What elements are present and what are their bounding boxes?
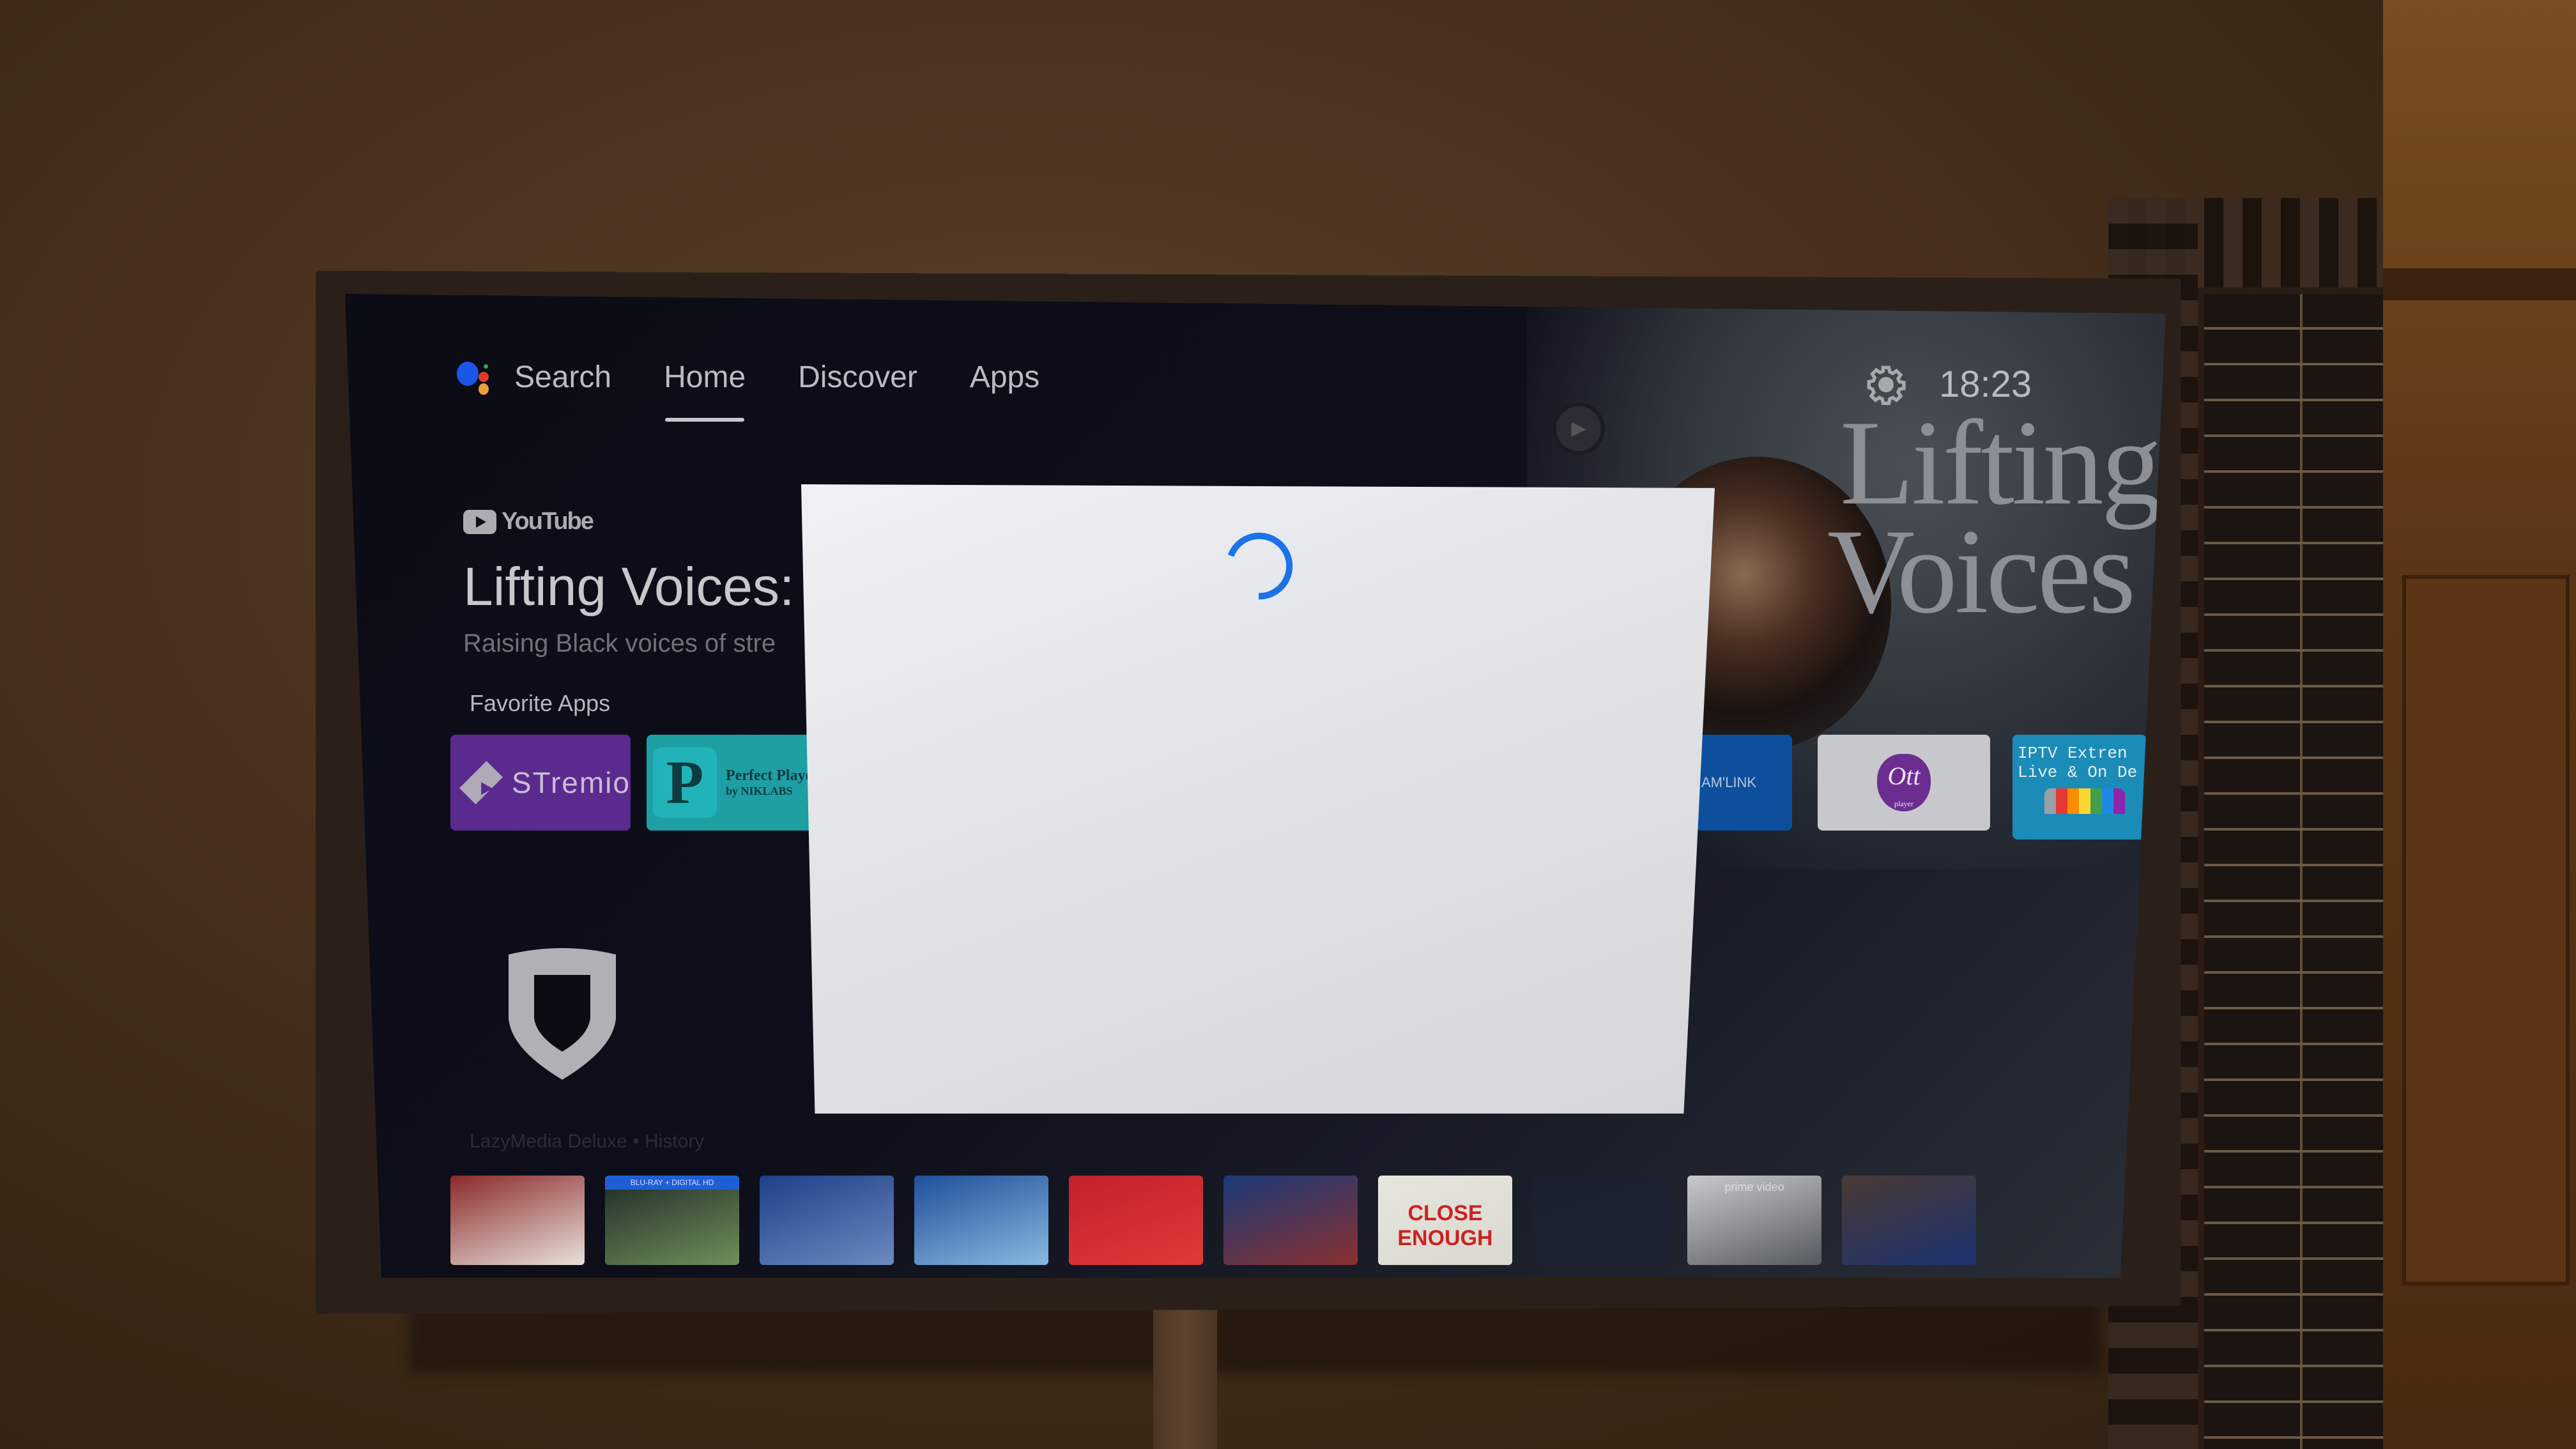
app-tile-ott-player[interactable]: Ott player [1818,735,1990,831]
youtube-icon [463,509,496,534]
app-label: AM'LINK [1701,774,1757,790]
clock: 18:23 [1939,364,2032,405]
history-poster-5[interactable] [1069,1176,1203,1265]
app-label-line1: IPTV Extren [2018,744,2128,763]
background-shelf [2383,268,2576,300]
hero-art-title: Lifting Voices [1827,396,2162,632]
color-bar [2067,788,2079,814]
favorite-apps-title: Favorite Apps [470,690,611,716]
hero-art-title-line1: Lifting [1840,396,2162,530]
app-label: STremio [511,766,631,799]
background-door-panel [2402,575,2570,1285]
loading-spinner-icon [1222,528,1297,604]
hero-title[interactable]: Lifting Voices: [463,556,794,618]
color-bar [2056,788,2067,814]
hero-source-name: YouTube [502,508,594,535]
hero-art-title-line2: Voices [1827,505,2136,639]
color-bar [2102,788,2113,814]
ott-player-tv-icon: Ott player [1877,754,1931,811]
background-brick-wall [2204,294,2383,1449]
gear-icon[interactable] [1866,364,1906,405]
history-poster-8[interactable] [1533,1176,1667,1265]
history-poster-4[interactable] [914,1176,1048,1265]
app-tile-stremio[interactable]: STremio [450,735,631,831]
hero-subtitle: Raising Black voices of stre [463,629,776,657]
poster-title: CLOSE ENOUGH [1397,1201,1493,1250]
app-sublabel: player [1894,799,1913,808]
app-label-line1: Perfect Player [726,767,819,784]
app-label: Perfect Player by NIKLABS [726,767,819,798]
app-label-line2: Live & On De [2018,763,2138,782]
hero-source: YouTube [463,508,594,535]
app-label-line2: by NIKLABS [726,785,793,797]
history-poster-2[interactable]: BLU-RAY + DIGITAL HD [605,1176,739,1265]
history-poster-3[interactable] [760,1176,894,1265]
color-bar [2113,788,2125,814]
history-poster-10[interactable] [1842,1176,1976,1265]
history-poster-9[interactable]: prime video [1687,1176,1821,1265]
tab-home[interactable]: Home [664,360,746,422]
app-tile-steam-link[interactable]: AM'LINK [1696,735,1792,831]
color-bar [2079,788,2090,814]
poster-badge: BLU-RAY + DIGITAL HD [605,1176,739,1190]
app-tile-perfect-player[interactable]: P Perfect Player by NIKLABS [647,735,832,831]
tv-stand [1153,1291,1217,1449]
google-assistant-icon[interactable] [457,358,495,396]
history-poster-6[interactable] [1223,1176,1358,1265]
history-poster-1[interactable] [450,1176,585,1265]
lazymedia-row-title: LazyMedia Deluxe • History [470,1131,705,1152]
search-button[interactable]: Search [514,360,611,395]
tab-discover[interactable]: Discover [798,360,917,395]
stremio-logo-icon [459,761,503,804]
color-bar [2044,788,2056,814]
iptv-tv-color-bars-icon [2044,788,2125,814]
history-poster-7[interactable]: CLOSE ENOUGH [1378,1176,1512,1265]
poster-title: prime video [1724,1181,1784,1193]
app-tile-iptv-extreme[interactable]: IPTV Extren Live & On De [2012,735,2147,839]
color-bar [2090,788,2102,814]
top-navigation: Search Home Discover Apps [457,358,1092,422]
tab-apps[interactable]: Apps [970,360,1039,395]
app-label: Ott [1887,762,1920,790]
perfect-player-logo-icon: P [653,747,717,818]
play-icon: ▶ [1552,402,1605,455]
shield-icon [498,939,626,1086]
